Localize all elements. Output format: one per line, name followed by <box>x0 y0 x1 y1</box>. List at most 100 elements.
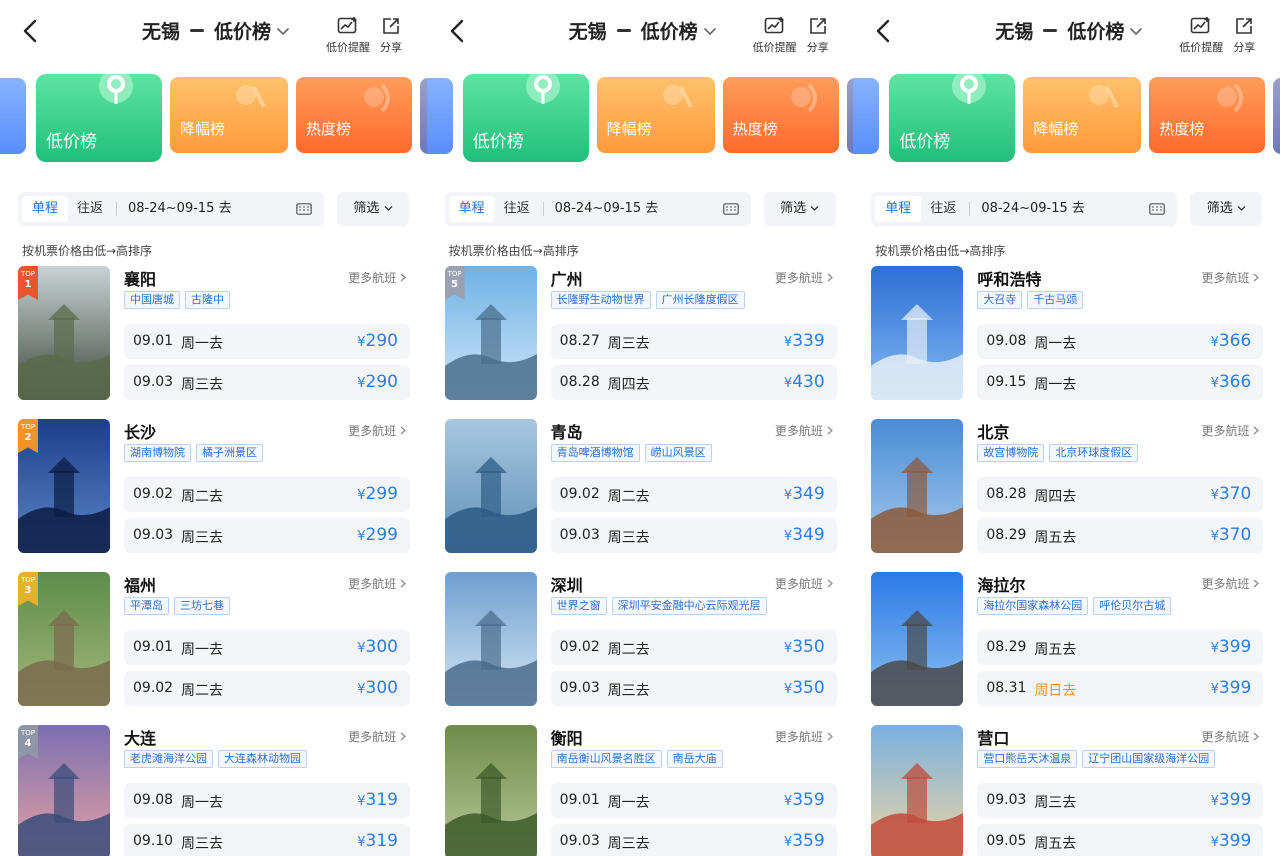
date-range-field[interactable]: 08-24~09-15 去 <box>128 196 232 222</box>
flight-option-row[interactable]: 09.15 周一去 ¥366 <box>977 365 1264 400</box>
price-alert-button[interactable]: 低价提醒 <box>749 16 801 55</box>
attraction-tag[interactable]: 橘子洲景区 <box>196 444 263 462</box>
tab-low-price[interactable]: 低价榜 <box>889 74 1016 162</box>
destination-card[interactable]: TOP 1 襄阳 更多航班 中国唐城 古隆中 09.01 周一去 ¥290 09.03 周三… <box>18 266 410 406</box>
destination-card[interactable]: 衡阳 更多航班 南岳衡山风景名胜区 南岳大庙 09.01 周一去 ¥359 09.03 周… <box>444 725 837 856</box>
attraction-tag[interactable]: 营口熊岳天沐温泉 <box>977 750 1078 768</box>
attraction-tag[interactable]: 古隆中 <box>185 291 230 309</box>
flight-option-row[interactable]: 09.02 周二去 ¥350 <box>550 630 837 665</box>
flight-option-row[interactable]: 09.03 周三去 ¥350 <box>550 671 837 706</box>
attraction-tag[interactable]: 崂山风景区 <box>644 444 712 462</box>
attraction-tag[interactable]: 故宫博物院 <box>977 444 1045 462</box>
flight-option-row[interactable]: 09.03 周三去 ¥299 <box>124 518 410 553</box>
destination-card[interactable]: 北京 更多航班 故宫博物院 北京环球度假区 08.28 周四去 ¥370 08.29 周五… <box>871 419 1264 559</box>
tab-previous-partial[interactable] <box>426 78 453 154</box>
flight-option-row[interactable]: 09.01 周一去 ¥359 <box>550 783 837 818</box>
destination-card[interactable]: 呼和浩特 更多航班 大召寺 千古马颂 09.08 周一去 ¥366 09.15 周一去 ¥3… <box>871 266 1264 406</box>
flight-option-row[interactable]: 09.05 周五去 ¥399 <box>977 824 1264 856</box>
more-flights-link[interactable]: 更多航班 <box>1201 269 1260 286</box>
filter-button[interactable]: 筛选 <box>337 192 409 226</box>
more-flights-link[interactable]: 更多航班 <box>348 422 406 439</box>
attraction-tag[interactable]: 南岳大庙 <box>666 750 723 768</box>
destination-card[interactable]: 海拉尔 更多航班 海拉尔国家森林公园 呼伦贝尔古城 08.29 周五去 ¥399 08.… <box>871 572 1264 712</box>
flight-option-row[interactable]: 09.03 周三去 ¥349 <box>550 518 837 553</box>
flight-option-row[interactable]: 09.03 周三去 ¥399 <box>977 783 1264 818</box>
attraction-tag[interactable]: 千古马颂 <box>1027 291 1084 309</box>
more-flights-link[interactable]: 更多航班 <box>775 269 833 286</box>
date-range-field[interactable]: 08-24~09-15 去 <box>981 196 1085 222</box>
destination-photo[interactable]: TOP 2 <box>18 419 110 553</box>
attraction-tag[interactable]: 呼伦贝尔古城 <box>1093 597 1172 615</box>
tab-next-partial[interactable] <box>420 78 427 154</box>
more-flights-link[interactable]: 更多航班 <box>1201 575 1260 592</box>
destination-card[interactable]: 青岛 更多航班 青岛啤酒博物馆 崂山风景区 09.02 周二去 ¥349 09.03 周三… <box>444 419 837 559</box>
attraction-tag[interactable]: 湖南博物院 <box>124 444 191 462</box>
flight-option-row[interactable]: 09.02 周二去 ¥299 <box>124 477 410 512</box>
one-way-toggle[interactable]: 单程 <box>22 196 68 222</box>
price-alert-button[interactable]: 低价提醒 <box>1175 16 1227 55</box>
attraction-tag[interactable]: 南岳衡山风景名胜区 <box>550 750 662 768</box>
round-trip-toggle[interactable]: 往返 <box>68 196 112 222</box>
flight-option-row[interactable]: 09.08 周一去 ¥366 <box>977 324 1264 359</box>
tab-popularity[interactable]: 热度榜 <box>1149 77 1266 153</box>
flight-option-row[interactable]: 09.01 周一去 ¥290 <box>124 324 410 359</box>
more-flights-link[interactable]: 更多航班 <box>775 575 833 592</box>
destination-card[interactable]: 深圳 更多航班 世界之窗 深圳平安金融中心云际观光层 09.02 周二去 ¥350 09… <box>444 572 837 712</box>
filter-button[interactable]: 筛选 <box>1190 192 1263 226</box>
flight-option-row[interactable]: 08.28 周四去 ¥370 <box>977 477 1264 512</box>
more-flights-link[interactable]: 更多航班 <box>1201 422 1260 439</box>
destination-card[interactable]: TOP 5 广州 更多航班 长隆野生动物世界 广州长隆度假区 08.27 周三去 ¥33… <box>444 266 837 406</box>
destination-photo[interactable]: TOP 4 <box>18 725 110 856</box>
share-button[interactable]: 分享 <box>801 16 835 55</box>
back-arrow-icon[interactable] <box>447 18 469 44</box>
more-flights-link[interactable]: 更多航班 <box>775 422 833 439</box>
flight-option-row[interactable]: 08.31 周日去 ¥399 <box>977 671 1264 706</box>
destination-card[interactable]: TOP 2 长沙 更多航班 湖南博物院 橘子洲景区 09.02 周二去 ¥299 09.0… <box>18 419 410 559</box>
attraction-tag[interactable]: 辽宁团山国家级海洋公园 <box>1082 750 1216 768</box>
attraction-tag[interactable]: 广州长隆度假区 <box>655 291 745 309</box>
back-arrow-icon[interactable] <box>20 18 42 44</box>
page-title[interactable]: 无锡 低价榜 <box>995 17 1144 44</box>
destination-photo[interactable] <box>871 266 964 400</box>
calendar-icon[interactable] <box>1149 203 1166 215</box>
destination-photo[interactable] <box>444 419 537 553</box>
attraction-tag[interactable]: 海拉尔国家森林公园 <box>977 597 1089 615</box>
flight-option-row[interactable]: 08.27 周三去 ¥339 <box>550 324 837 359</box>
destination-photo[interactable]: TOP 1 <box>18 266 110 400</box>
tab-next-partial[interactable] <box>1273 78 1280 154</box>
page-title[interactable]: 无锡 低价榜 <box>142 17 291 44</box>
round-trip-toggle[interactable]: 往返 <box>495 196 539 222</box>
tab-previous-partial[interactable] <box>853 78 880 154</box>
destination-photo[interactable] <box>871 725 964 856</box>
calendar-icon[interactable] <box>296 203 312 215</box>
attraction-tag[interactable]: 长隆野生动物世界 <box>550 291 651 309</box>
tab-low-price[interactable]: 低价榜 <box>36 74 162 162</box>
tab-price-drop[interactable]: 降幅榜 <box>170 77 288 153</box>
attraction-tag[interactable]: 平潭岛 <box>124 597 169 615</box>
more-flights-link[interactable]: 更多航班 <box>348 269 406 286</box>
page-title[interactable]: 无锡 低价榜 <box>569 17 718 44</box>
flight-option-row[interactable]: 09.10 周三去 ¥319 <box>124 824 410 856</box>
price-alert-button[interactable]: 低价提醒 <box>322 16 374 55</box>
tab-popularity[interactable]: 热度榜 <box>296 77 412 153</box>
tab-price-drop[interactable]: 降幅榜 <box>1023 77 1142 153</box>
attraction-tag[interactable]: 中国唐城 <box>124 291 180 309</box>
more-flights-link[interactable]: 更多航班 <box>775 728 833 745</box>
attraction-tag[interactable]: 青岛啤酒博物馆 <box>550 444 640 462</box>
one-way-toggle[interactable]: 单程 <box>448 196 495 222</box>
attraction-tag[interactable]: 老虎滩海洋公园 <box>124 750 213 768</box>
flight-option-row[interactable]: 09.08 周一去 ¥319 <box>124 783 410 818</box>
flight-option-row[interactable]: 08.29 周五去 ¥370 <box>977 518 1264 553</box>
round-trip-toggle[interactable]: 往返 <box>921 196 965 222</box>
destination-card[interactable]: TOP 4 大连 更多航班 老虎滩海洋公园 大连森林动物园 09.08 周一去 ¥319… <box>18 725 410 856</box>
destination-photo[interactable] <box>444 725 537 856</box>
tab-next-partial[interactable] <box>846 78 854 154</box>
flight-option-row[interactable]: 08.28 周四去 ¥430 <box>550 365 837 400</box>
tab-previous-partial[interactable] <box>0 78 26 154</box>
more-flights-link[interactable]: 更多航班 <box>348 575 406 592</box>
more-flights-link[interactable]: 更多航班 <box>1201 728 1260 745</box>
destination-photo[interactable]: TOP 3 <box>18 572 110 706</box>
one-way-toggle[interactable]: 单程 <box>875 196 922 222</box>
attraction-tag[interactable]: 三坊七巷 <box>174 597 230 615</box>
destination-photo[interactable] <box>871 419 964 553</box>
